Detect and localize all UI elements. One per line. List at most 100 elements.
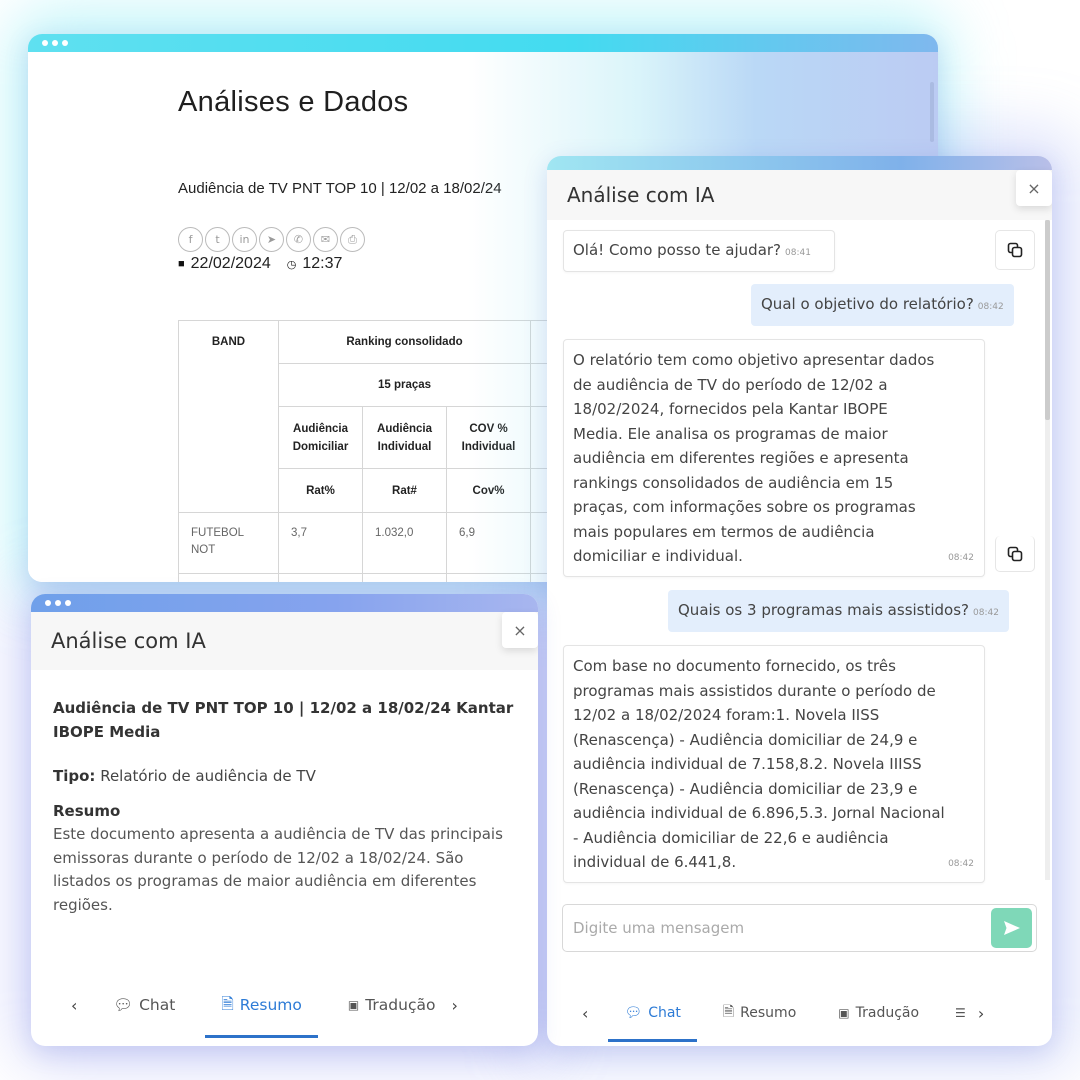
send-button[interactable]	[991, 908, 1032, 948]
table-row: FUTEBOL VES 3,5 942,6 6,9	[178, 573, 571, 582]
copy-button[interactable]	[995, 230, 1035, 270]
chat-message-user: Quais os 3 programas mais assistidos? 08:…	[668, 590, 1009, 632]
translate-icon: ▣	[347, 998, 360, 1012]
article-subtitle: Audiência de TV PNT TOP 10 | 12/02 a 18/…	[178, 180, 502, 197]
window-titlebar	[31, 594, 538, 612]
table-header-band: BAND	[178, 320, 279, 513]
chat-icon: 💬︎	[113, 996, 134, 1014]
summary-doc-title: Audiência de TV PNT TOP 10 | 12/02 a 18/…	[53, 699, 514, 741]
table-header-group: Ranking consolidado	[278, 320, 531, 364]
chevron-left-icon[interactable]: ‹	[582, 1004, 588, 1023]
translate-icon: ▣	[838, 1006, 850, 1020]
message-text: Qual o objetivo do relatório?	[761, 295, 974, 313]
calendar-icon: ■	[178, 258, 185, 270]
message-text: Quais os 3 programas mais assistidos?	[678, 601, 970, 619]
share-buttons: f t in ➤ ✆ ✉ ⎙	[178, 227, 367, 252]
tab-resumo[interactable]: 🗎 Resumo	[723, 984, 796, 1042]
table-cell: 6,9	[446, 573, 531, 582]
window-dot	[52, 40, 58, 46]
type-label: Tipo:	[53, 767, 96, 785]
window-dot	[62, 40, 68, 46]
article-time: 12:37	[302, 255, 343, 272]
tab-resumo[interactable]: 🗎 Resumo	[205, 972, 318, 1038]
table-cell: 6,9	[446, 512, 531, 574]
table-cell: 1.032,0	[362, 512, 447, 574]
message-time: 08:41	[785, 248, 811, 258]
panel-header: Análise com IA ×	[31, 612, 538, 670]
facebook-icon[interactable]: f	[178, 227, 203, 252]
panel-title: Análise com IA	[51, 629, 206, 653]
window-dot	[45, 600, 51, 606]
page-title: Análises e Dados	[178, 86, 409, 118]
chat-tabs: ‹ 💬︎ Chat 🗎 Resumo ▣ Tradução ☰ ›	[547, 984, 1052, 1042]
email-icon[interactable]: ✉	[313, 227, 338, 252]
table-col-header: Audiência Individual	[362, 406, 447, 469]
tab-traducao[interactable]: ▣ Tradução	[838, 984, 919, 1042]
panel-title: Análise com IA	[567, 183, 715, 207]
window-titlebar	[28, 34, 938, 52]
article-date: 22/02/2024	[190, 255, 271, 272]
message-time: 08:42	[973, 608, 999, 618]
tab-chat[interactable]: 💬︎ Chat	[113, 972, 175, 1038]
table-col-unit: Rat#	[362, 468, 447, 513]
chat-message-bot: Com base no documento fornecido, os três…	[563, 645, 985, 883]
message-time: 08:42	[977, 302, 1004, 312]
ranking-table: BAND Ranking consolidado 15 praças Audiê…	[178, 320, 571, 582]
copy-button[interactable]	[995, 536, 1035, 572]
chat-message-user: Qual o objetivo do relatório? 08:42	[751, 284, 1014, 326]
tab-label: Resumo	[740, 1005, 797, 1021]
table-row: FUTEBOL NOT 3,7 1.032,0 6,9	[178, 512, 571, 574]
scrollbar[interactable]	[930, 82, 934, 142]
print-icon[interactable]: ⎙	[340, 227, 365, 252]
document-icon: 🗎	[221, 994, 234, 1013]
summary-tabs: ‹ 💬︎ Chat 🗎 Resumo ▣ Tradução ›	[31, 972, 538, 1038]
summary-window: Análise com IA × Audiência de TV PNT TOP…	[31, 594, 538, 1046]
summary-heading: Resumo	[53, 802, 121, 820]
tab-label: Tradução	[855, 1005, 920, 1021]
chat-message-bot: Olá! Como posso te ajudar? 08:41	[563, 230, 835, 272]
tab-label: Resumo	[239, 996, 302, 1014]
window-dot	[42, 40, 48, 46]
table-col-unit: Cov%	[446, 468, 531, 513]
copy-icon	[1007, 242, 1023, 258]
message-time: 08:42	[948, 552, 974, 563]
close-button[interactable]: ×	[1016, 170, 1052, 206]
table-cell-program: FUTEBOL NOT	[178, 512, 279, 574]
tab-label: Chat	[139, 996, 176, 1014]
article-meta: ■ 22/02/2024 ◷ 12:37	[178, 255, 342, 273]
clock-icon: ◷	[286, 258, 297, 271]
summary-content: Audiência de TV PNT TOP 10 | 12/02 a 18/…	[31, 696, 538, 917]
window-dot	[55, 600, 61, 606]
summary-type: Tipo: Relatório de audiência de TV	[53, 767, 516, 785]
tab-label: Tradução	[365, 996, 436, 1014]
message-input[interactable]	[563, 905, 983, 951]
send-icon	[1003, 921, 1020, 935]
scrollbar-thumb[interactable]	[1045, 220, 1050, 420]
window-titlebar	[547, 156, 1052, 170]
table-cell: 942,6	[362, 573, 447, 582]
chat-scrollbar[interactable]	[1045, 220, 1050, 880]
chevron-right-icon[interactable]: ›	[451, 996, 457, 1015]
chat-window: Análise com IA × Olá! Como posso te ajud…	[547, 156, 1052, 1046]
whatsapp-icon[interactable]: ✆	[286, 227, 311, 252]
telegram-icon[interactable]: ➤	[259, 227, 284, 252]
chat-icon: 💬︎	[624, 1005, 643, 1021]
close-button[interactable]: ×	[502, 612, 538, 648]
chevron-left-icon[interactable]: ‹	[71, 996, 77, 1015]
tab-traducao[interactable]: ▣ Tradução	[348, 972, 436, 1038]
tab-label: Chat	[648, 1005, 681, 1021]
twitter-icon[interactable]: t	[205, 227, 230, 252]
chat-message-bot: O relatório tem como objetivo apresentar…	[563, 339, 985, 577]
message-text: Olá! Como posso te ajudar?	[573, 241, 782, 259]
chevron-right-icon[interactable]: ›	[978, 1004, 984, 1023]
tab-chat[interactable]: 💬︎ Chat	[608, 984, 697, 1042]
table-cell-program: FUTEBOL VES	[178, 573, 279, 582]
linkedin-icon[interactable]: in	[232, 227, 257, 252]
tab-more[interactable]: ☰	[955, 984, 966, 1042]
table-header-subgroup: 15 praças	[278, 363, 531, 407]
table-cell: 3,5	[278, 573, 363, 582]
table-col-header: COV % Individual	[446, 406, 531, 469]
table-cell: 3,7	[278, 512, 363, 574]
message-text: Com base no documento fornecido, os três…	[573, 657, 945, 871]
message-time: 08:42	[948, 858, 974, 869]
